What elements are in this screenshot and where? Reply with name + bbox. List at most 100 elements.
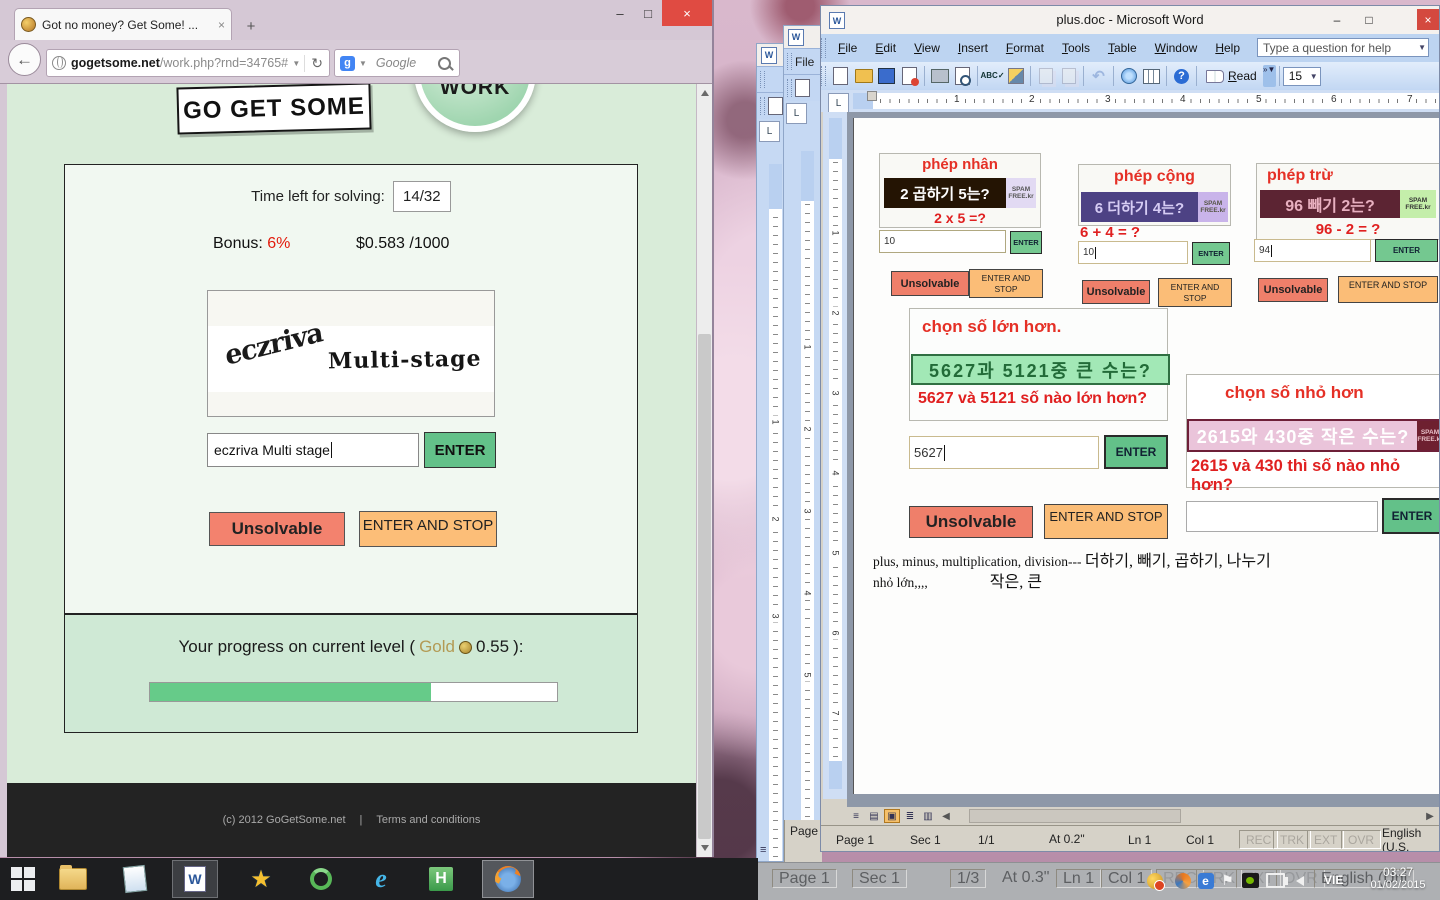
unsolvable-button-larger[interactable]: Unsolvable xyxy=(909,506,1033,538)
dropdown-caret-icon[interactable]: ▼ xyxy=(1310,72,1318,81)
url-dropdown-icon[interactable]: ▼ xyxy=(288,59,304,68)
tray-idm-icon[interactable]: e xyxy=(1196,871,1215,890)
firefox-taskbar-icon[interactable] xyxy=(493,864,523,894)
page-scrollbar[interactable] xyxy=(696,84,712,857)
reload-icon[interactable]: ↻ xyxy=(304,55,329,72)
menu-file[interactable]: File xyxy=(829,37,866,59)
enter-and-stop-button-larger[interactable]: ENTER AND STOP xyxy=(1044,504,1168,539)
scroll-left-button[interactable]: ◀ xyxy=(938,809,954,823)
menu-table[interactable]: Table xyxy=(1099,37,1146,59)
answer-input-larger[interactable]: 5627 xyxy=(909,436,1099,469)
maximize-button[interactable]: □ xyxy=(634,0,662,26)
scroll-down-button[interactable] xyxy=(697,839,712,857)
indent-marker[interactable] xyxy=(867,91,877,101)
file-explorer-icon[interactable] xyxy=(58,864,88,894)
answer-input-smaller[interactable] xyxy=(1186,501,1378,532)
scroll-up-button[interactable] xyxy=(697,84,712,102)
h-app-icon[interactable]: H xyxy=(426,864,456,894)
language-indicator[interactable]: VIE xyxy=(1324,873,1343,887)
answer-input-subtract[interactable]: 94 xyxy=(1254,239,1371,262)
enter-button-smaller[interactable]: ENTER xyxy=(1382,498,1440,534)
horizontal-scrollbar-thumb[interactable] xyxy=(969,809,1181,823)
copy-icon[interactable] xyxy=(1036,67,1055,86)
print-layout-button[interactable]: ▣ xyxy=(884,809,900,823)
menu-help[interactable]: Help xyxy=(1206,37,1249,59)
help-icon[interactable]: ? xyxy=(1172,67,1191,86)
save-icon[interactable] xyxy=(877,67,896,86)
permission-icon[interactable] xyxy=(900,67,919,86)
new-tab-button[interactable]: + xyxy=(240,16,262,36)
notepad-icon[interactable] xyxy=(120,864,150,894)
search-engine-caret-icon[interactable]: ▼ xyxy=(355,59,371,68)
browser-tab[interactable]: Got no money? Get Some! ... × xyxy=(14,8,232,40)
enter-and-stop-button-add[interactable]: ENTER AND STOP xyxy=(1158,278,1232,307)
tray-action-center-icon[interactable]: ⚑ xyxy=(1218,871,1237,890)
unsolvable-button-add[interactable]: Unsolvable xyxy=(1082,280,1150,304)
tray-volume-icon[interactable] xyxy=(1290,871,1309,890)
spelling-icon[interactable]: ABC✓ xyxy=(983,67,1002,86)
print-icon[interactable] xyxy=(930,67,949,86)
tab-close-icon[interactable]: × xyxy=(218,18,225,32)
menu-insert[interactable]: Insert xyxy=(949,37,997,59)
menu-window[interactable]: Window xyxy=(1146,37,1207,59)
search-icon[interactable] xyxy=(438,57,451,70)
dropdown-caret-icon[interactable]: ▼ xyxy=(1418,43,1426,52)
word-titlebar[interactable]: W plus.doc - Microsoft Word – □ × xyxy=(821,6,1439,35)
undo-icon[interactable]: ↶ xyxy=(1089,67,1108,86)
toolbar-options-button[interactable]: »▼ xyxy=(1263,65,1276,87)
enter-button-subtract[interactable]: ENTER xyxy=(1375,239,1438,262)
view-buttons[interactable]: ≡ xyxy=(760,844,766,856)
enter-button-add[interactable]: ENTER xyxy=(1192,242,1230,265)
word-taskbar-icon[interactable]: W xyxy=(180,864,210,894)
url-bar[interactable]: gogetsome.net /work.php?rnd=34765#star ▼… xyxy=(46,49,330,77)
new-document-icon[interactable] xyxy=(795,79,810,97)
reading-layout-button[interactable]: ▥ xyxy=(920,809,936,823)
tray-network-icon[interactable] xyxy=(1266,871,1285,890)
enter-and-stop-button-multiply[interactable]: ENTER AND STOP xyxy=(969,269,1043,298)
status-trk[interactable]: TRK xyxy=(1273,830,1311,849)
insert-hyperlink-icon[interactable] xyxy=(1119,67,1138,86)
tab-selector-button[interactable]: L xyxy=(759,121,780,142)
answer-input-add[interactable]: 10 xyxy=(1078,241,1188,264)
start-button[interactable] xyxy=(8,864,38,894)
site-logo[interactable]: GO GET SOME xyxy=(176,84,371,135)
read-button[interactable]: Read xyxy=(1200,67,1263,85)
menu-file-clipped[interactable]: File xyxy=(795,55,814,69)
scroll-right-button[interactable]: ▶ xyxy=(1422,809,1438,823)
tray-updater-icon[interactable] xyxy=(1173,871,1192,890)
menu-edit[interactable]: Edit xyxy=(866,37,905,59)
paste-icon[interactable] xyxy=(1059,67,1078,86)
enter-button[interactable]: ENTER xyxy=(424,432,496,468)
terms-link[interactable]: Terms and conditions xyxy=(376,814,480,826)
unsolvable-button-subtract[interactable]: Unsolvable xyxy=(1258,278,1328,302)
unsolvable-button-multiply[interactable]: Unsolvable xyxy=(891,271,969,296)
background-word-window-1[interactable]: W L 1 2 3 ≡ xyxy=(756,43,784,862)
enter-button-multiply[interactable]: ENTER xyxy=(1010,231,1042,254)
minimize-button[interactable]: – xyxy=(606,0,634,26)
print-preview-icon[interactable] xyxy=(953,67,972,86)
normal-view-button[interactable]: ≡ xyxy=(848,809,864,823)
unsolvable-button[interactable]: Unsolvable xyxy=(209,512,345,546)
enter-and-stop-button[interactable]: ENTER AND STOP xyxy=(359,511,497,547)
open-icon[interactable] xyxy=(854,67,873,86)
internet-explorer-icon[interactable]: e xyxy=(366,864,396,894)
tray-alert-icon[interactable] xyxy=(1145,871,1164,890)
clock[interactable]: 03:27 01/02/2015 xyxy=(1366,865,1430,891)
menu-tools[interactable]: Tools xyxy=(1053,37,1099,59)
captcha-answer-input[interactable]: eczriva Multi stage xyxy=(207,433,419,467)
font-size-select[interactable]: 15▼ xyxy=(1283,67,1321,86)
search-bar[interactable]: g ▼ Google xyxy=(334,49,460,77)
new-document-icon[interactable] xyxy=(768,97,783,115)
web-layout-button[interactable]: ▤ xyxy=(866,809,882,823)
back-button[interactable]: ← xyxy=(8,43,41,76)
search-engine-icon[interactable]: g xyxy=(340,56,355,71)
favorites-star-icon[interactable]: ★ xyxy=(246,864,276,894)
updater-icon[interactable] xyxy=(306,864,336,894)
site-identity-icon[interactable] xyxy=(52,56,66,70)
enter-and-stop-button-subtract[interactable]: ENTER AND STOP xyxy=(1338,276,1438,303)
menu-format[interactable]: Format xyxy=(997,37,1053,59)
research-icon[interactable] xyxy=(1006,67,1025,86)
scrollbar-thumb[interactable] xyxy=(698,334,711,839)
close-button[interactable]: × xyxy=(1417,9,1439,30)
menu-view[interactable]: View xyxy=(905,37,949,59)
